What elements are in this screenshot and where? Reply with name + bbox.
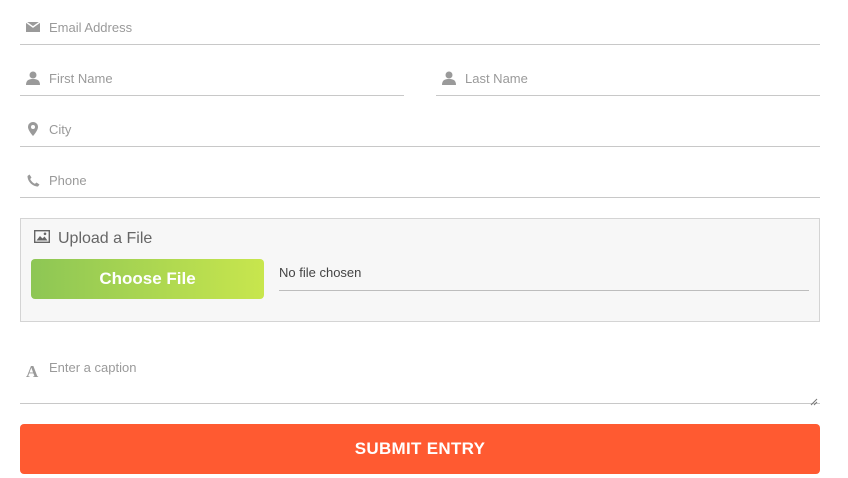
first-name-input[interactable] bbox=[49, 69, 393, 87]
upload-title: Upload a File bbox=[58, 230, 153, 247]
upload-heading: Upload a File bbox=[33, 229, 153, 248]
last-name-field-row bbox=[436, 51, 820, 96]
caption-field-row: A bbox=[20, 350, 820, 406]
choose-file-button[interactable]: Choose File bbox=[31, 259, 264, 299]
caption-textarea[interactable] bbox=[49, 360, 809, 400]
resize-handle-icon[interactable] bbox=[810, 393, 818, 406]
city-input[interactable] bbox=[49, 120, 809, 138]
envelope-icon bbox=[26, 20, 40, 34]
last-name-input[interactable] bbox=[465, 69, 809, 87]
image-icon bbox=[33, 229, 51, 248]
entry-form: Upload a File Choose File No file chosen… bbox=[0, 0, 848, 478]
email-field-row bbox=[20, 0, 820, 45]
user-icon bbox=[442, 71, 456, 85]
city-field-row bbox=[20, 102, 820, 147]
submit-entry-button[interactable]: SUBMIT ENTRY bbox=[20, 424, 820, 474]
first-name-field-row bbox=[20, 51, 404, 96]
phone-input[interactable] bbox=[49, 171, 809, 189]
phone-icon bbox=[26, 173, 40, 187]
file-status-text: No file chosen bbox=[279, 259, 809, 291]
map-marker-icon bbox=[26, 122, 40, 136]
user-icon bbox=[26, 71, 40, 85]
phone-field-row bbox=[20, 153, 820, 198]
email-input[interactable] bbox=[49, 18, 809, 36]
font-icon: A bbox=[26, 362, 39, 381]
file-upload-panel: Upload a File Choose File No file chosen bbox=[20, 218, 820, 322]
